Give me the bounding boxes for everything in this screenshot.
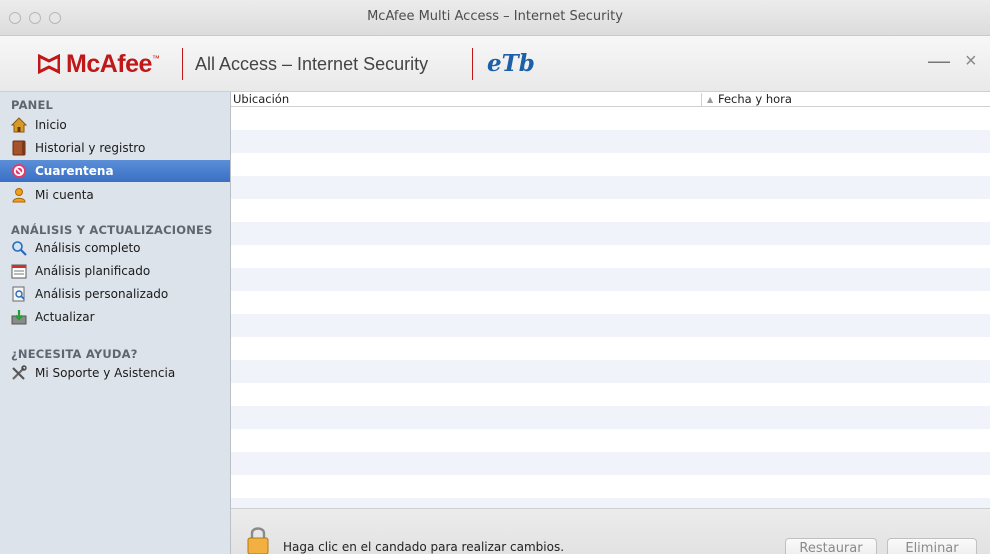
sidebar-item-label: Análisis planificado	[35, 264, 151, 278]
sidebar-item-analisis-planificado[interactable]: Análisis planificado	[0, 260, 230, 282]
sidebar-item-analisis-personalizado[interactable]: Análisis personalizado	[0, 283, 230, 305]
brand-divider	[182, 48, 183, 80]
column-header-fecha[interactable]: Fecha y hora	[718, 92, 792, 106]
sidebar-item-historial[interactable]: Historial y registro	[0, 137, 230, 159]
column-divider	[701, 93, 702, 106]
partner-logo: eTb	[487, 50, 535, 77]
sidebar-item-inicio[interactable]: Inicio	[0, 114, 230, 136]
quarantine-prohibited-icon	[11, 163, 27, 179]
delete-button[interactable]: Eliminar	[887, 538, 977, 554]
sidebar-item-actualizar[interactable]: Actualizar	[0, 306, 230, 328]
product-name: All Access – Internet Security	[195, 54, 429, 74]
history-book-icon	[11, 140, 27, 156]
sidebar-item-label: Mi cuenta	[35, 188, 94, 202]
sidebar-item-label: Análisis completo	[35, 241, 141, 255]
sidebar-item-label: Mi Soporte y Asistencia	[35, 366, 176, 380]
logo-text: McAfee	[66, 49, 152, 78]
logo-trademark: ™	[151, 54, 160, 63]
section-panel-heading: PANEL	[11, 98, 54, 112]
table-rows-empty	[231, 107, 990, 508]
account-user-icon	[11, 187, 27, 203]
sort-arrow-icon: ▲	[707, 95, 714, 104]
lock-message: Haga clic en el candado para realizar ca…	[283, 540, 565, 554]
column-header-ubicacion[interactable]: Ubicación	[233, 92, 289, 107]
restore-button[interactable]: Restaurar	[785, 538, 877, 554]
sidebar-item-label: Actualizar	[35, 310, 95, 324]
update-download-icon	[11, 309, 27, 325]
minimize-button[interactable]: —	[928, 50, 950, 72]
home-icon	[11, 117, 27, 133]
sidebar-item-label: Análisis personalizado	[35, 287, 169, 301]
sidebar-item-label: Inicio	[35, 118, 67, 132]
mcafee-shield-icon	[38, 54, 60, 74]
sidebar-item-label: Historial y registro	[35, 141, 146, 155]
footer-bar: Haga clic en el candado para realizar ca…	[231, 508, 990, 554]
window-titlebar: McAfee Multi Access – Internet Security	[0, 0, 990, 36]
sidebar: PANEL Inicio Historial y registro Cuaren…	[0, 92, 231, 554]
section-analisis-heading: ANÁLISIS Y ACTUALIZACIONES	[11, 223, 213, 237]
scheduled-calendar-icon	[11, 263, 27, 279]
magnifier-icon	[11, 240, 27, 256]
padlock-icon[interactable]	[247, 525, 269, 554]
close-button[interactable]: ×	[965, 50, 977, 73]
mcafee-logo: McAfee ™	[38, 49, 160, 78]
sidebar-item-soporte[interactable]: Mi Soporte y Asistencia	[0, 362, 230, 384]
quarantine-table: Ubicación ▲ Fecha y hora	[231, 92, 990, 508]
partner-divider	[472, 48, 473, 80]
sidebar-item-analisis-completo[interactable]: Análisis completo	[0, 237, 230, 259]
tools-icon	[11, 365, 27, 381]
brand-header: McAfee ™ All Access – Internet Security …	[0, 36, 990, 92]
custom-scan-icon	[11, 286, 27, 302]
sidebar-item-label: Cuarentena	[35, 164, 114, 178]
sidebar-item-cuarentena[interactable]: Cuarentena	[0, 160, 230, 182]
section-ayuda-heading: ¿NECESITA AYUDA?	[11, 347, 138, 361]
window-title: McAfee Multi Access – Internet Security	[367, 9, 623, 24]
table-header: Ubicación ▲ Fecha y hora	[231, 92, 990, 107]
sidebar-item-mi-cuenta[interactable]: Mi cuenta	[0, 184, 230, 206]
